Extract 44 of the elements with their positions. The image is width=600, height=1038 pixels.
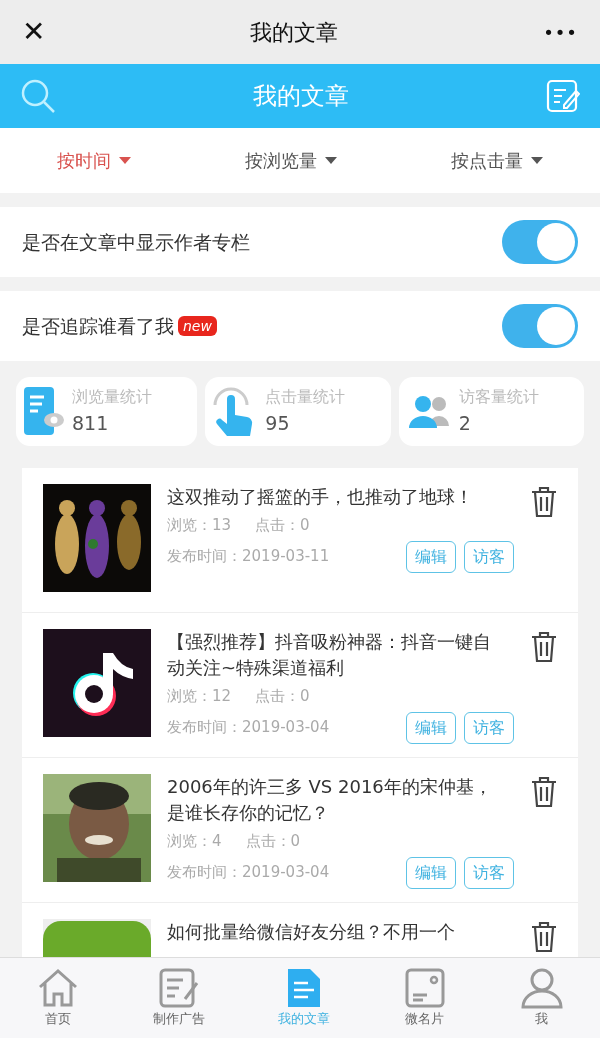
toggle-switch[interactable]	[502, 304, 578, 348]
stat-value: 811	[72, 411, 110, 437]
trash-icon[interactable]	[530, 776, 558, 808]
click-count: 点击：0	[255, 686, 310, 707]
sort-tab[interactable]: 按点击量	[445, 146, 549, 175]
document-eye-icon	[24, 386, 64, 437]
stat-label: 浏览量统计	[72, 386, 152, 409]
article-title[interactable]: 这双推动了摇篮的手，也推动了地球！	[167, 484, 501, 510]
setting-label: 是否追踪谁看了我	[22, 313, 174, 339]
toggle-switch[interactable]	[502, 220, 578, 264]
stat-label: 访客量统计	[458, 386, 539, 409]
close-button[interactable]: ✕	[22, 18, 46, 46]
caret-icon	[531, 157, 543, 164]
tab-bar-item[interactable]: 微名片	[396, 966, 453, 1030]
more-button[interactable]: •••	[543, 18, 578, 46]
tab-bar-item[interactable]: 首页	[30, 966, 87, 1030]
trash-icon[interactable]	[530, 486, 558, 518]
tab-bar-item[interactable]: 我	[513, 966, 570, 1030]
view-count: 浏览：12	[167, 686, 232, 707]
trash-icon[interactable]	[530, 921, 558, 953]
view-count: 浏览：13	[167, 515, 232, 536]
tab-bar-item[interactable]: 制作广告	[147, 966, 212, 1030]
trash-icon[interactable]	[530, 631, 558, 663]
sort-tab[interactable]: 按时间	[51, 146, 137, 175]
person-icon	[519, 967, 564, 1010]
publish-date: 发布时间：2019-03-04	[167, 717, 330, 739]
publish-date: 发布时间：2019-03-04	[167, 862, 330, 884]
publish-date: 发布时间：2019-03-11	[167, 546, 330, 568]
click-count: 点击：0	[245, 831, 301, 852]
click-count: 点击：0	[255, 515, 310, 536]
article-title[interactable]: 如何批量给微信好友分组？不用一个	[167, 919, 501, 945]
setting-label: 是否在文章中显示作者专栏	[22, 229, 250, 255]
stat-label: 点击量统计	[265, 386, 346, 409]
article-title[interactable]: 2006年的许三多 VS 2016年的宋仲基，是谁长存你的记忆？	[167, 774, 501, 826]
sort-tab[interactable]: 按浏览量	[239, 146, 343, 175]
window-title: 我的文章	[250, 18, 339, 47]
new-badge: new	[178, 316, 217, 336]
caret-icon	[325, 157, 337, 164]
stat-value: 95	[265, 411, 291, 437]
stat-value: 2	[458, 411, 472, 437]
view-count: 浏览：4	[167, 831, 222, 852]
caret-icon	[119, 157, 131, 164]
page-title: 我的文章	[253, 81, 349, 112]
article-title[interactable]: 【强烈推荐】抖音吸粉神器：抖音一键自动关注~特殊渠道福利	[167, 629, 501, 681]
